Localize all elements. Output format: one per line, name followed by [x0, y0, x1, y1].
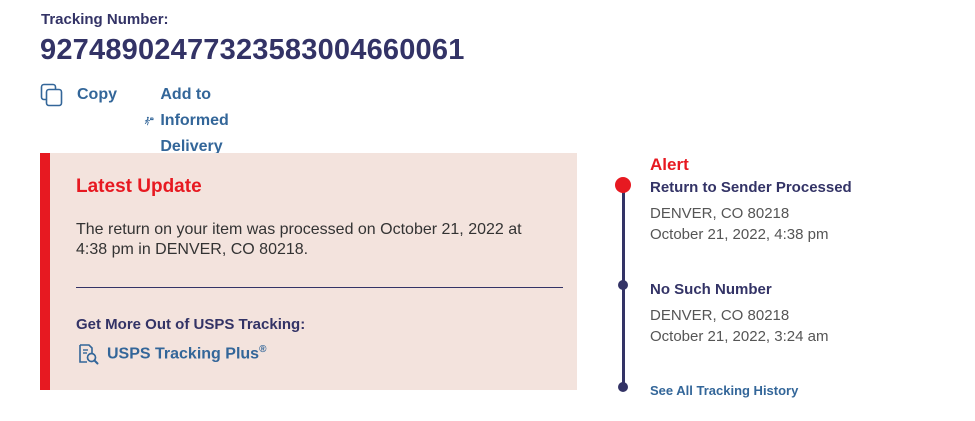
latest-update-card: Latest Update The return on your item wa…: [40, 153, 577, 390]
tracking-number-label: Tracking Number:: [41, 11, 169, 28]
event-datetime: October 21, 2022, 3:24 am: [650, 328, 829, 345]
event-datetime: October 21, 2022, 4:38 pm: [650, 226, 829, 243]
event-location: DENVER, CO 80218: [650, 205, 790, 222]
timeline-end-dot: [618, 382, 628, 392]
document-search-icon: [79, 344, 99, 365]
event-location: DENVER, CO 80218: [650, 307, 790, 324]
get-more-title: Get More Out of USPS Tracking:: [76, 316, 306, 333]
registered-mark: ®: [259, 344, 267, 356]
usps-tracking-plus-label: USPS Tracking Plus®: [107, 344, 267, 363]
copy-label: Copy: [77, 86, 117, 103]
divider: [76, 287, 563, 288]
informed-delivery-label: Add to Informed Delivery: [160, 86, 229, 155]
copy-icon: [40, 83, 63, 107]
latest-update-title: Latest Update: [76, 176, 202, 197]
usps-tracking-plus-link[interactable]: USPS Tracking Plus®: [78, 343, 266, 365]
event-status: No Such Number: [650, 281, 772, 298]
mail-runner-icon: [144, 116, 154, 126]
copy-button[interactable]: Copy: [40, 82, 117, 108]
timeline-dot: [618, 280, 628, 290]
see-all-tracking-history-link[interactable]: See All Tracking History: [650, 383, 798, 398]
alert-label: Alert: [650, 155, 689, 174]
add-to-informed-delivery-button[interactable]: Add to Informed Delivery: [144, 82, 242, 160]
event-status: Return to Sender Processed: [650, 179, 852, 196]
latest-update-text: The return on your item was processed on…: [76, 221, 522, 258]
timeline-alert-dot: [615, 177, 631, 193]
tracking-number: 9274890247732358300466006​1: [40, 34, 465, 66]
